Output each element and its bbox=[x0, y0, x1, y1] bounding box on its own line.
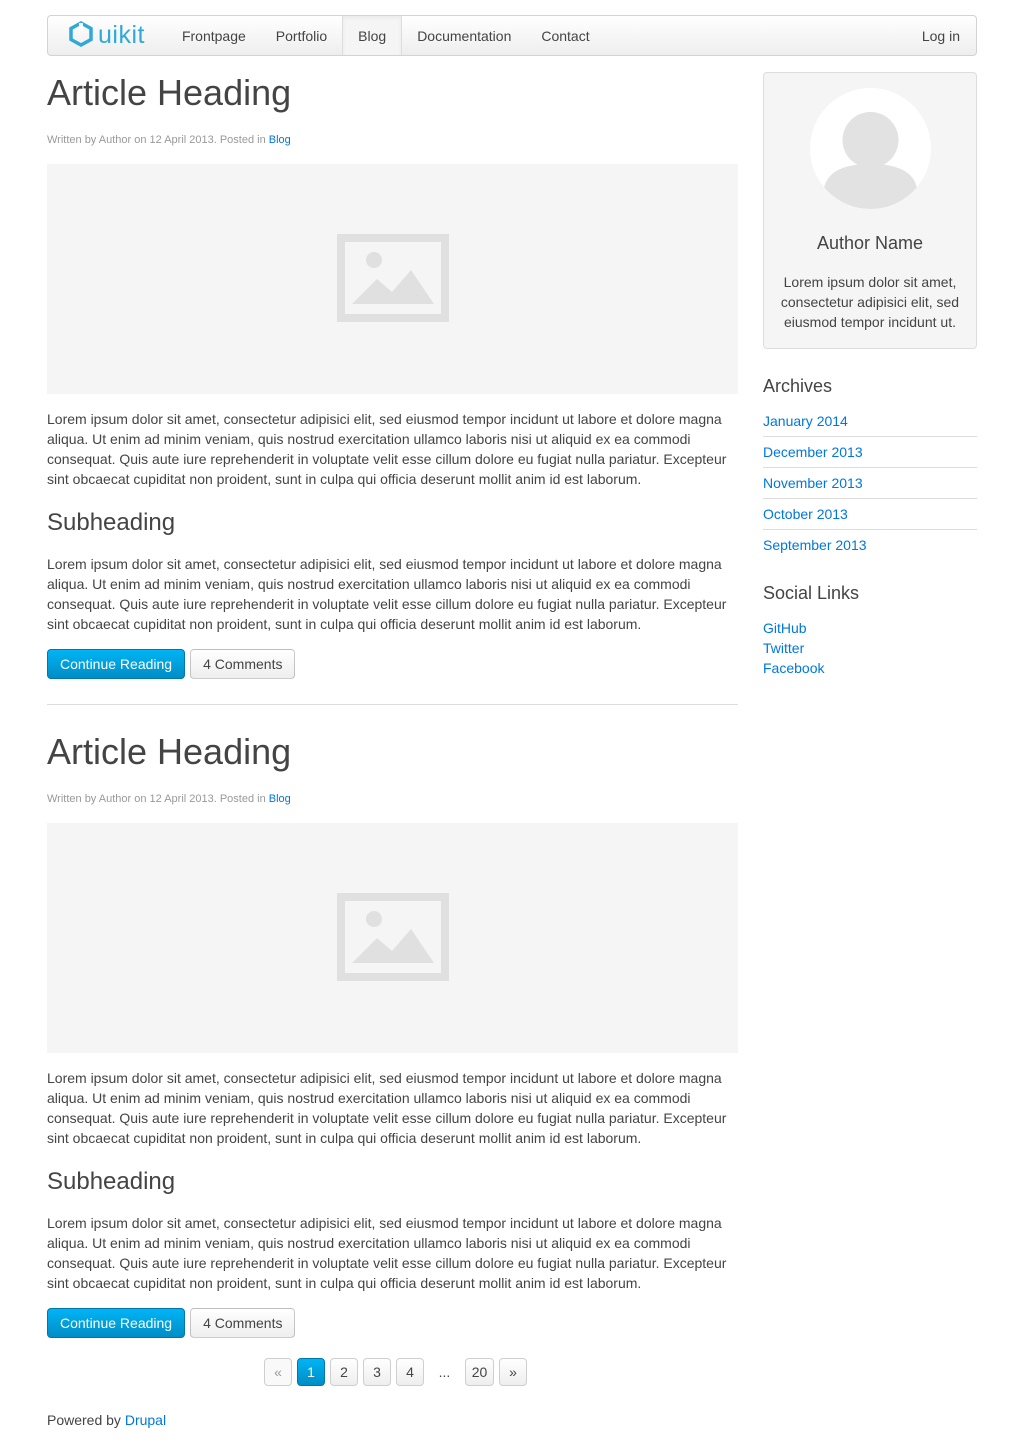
list-item: Twitter bbox=[763, 638, 977, 658]
article: Article Heading Written by Author on 12 … bbox=[47, 72, 738, 679]
nav-item-documentation[interactable]: Documentation bbox=[402, 16, 526, 55]
author-name: Author Name bbox=[816, 233, 924, 253]
article-paragraph: Lorem ipsum dolor sit amet, consectetur … bbox=[47, 556, 727, 632]
pagination-page-3[interactable]: 3 bbox=[363, 1358, 391, 1386]
nav-item-contact[interactable]: Contact bbox=[526, 16, 604, 55]
archives-list: January 2014 December 2013 November 2013… bbox=[763, 411, 977, 560]
author-bio: Lorem ipsum dolor sit amet, consectetur … bbox=[780, 274, 960, 330]
comments-button[interactable]: 4 Comments bbox=[190, 1308, 296, 1338]
brand-name: uikit bbox=[98, 21, 145, 49]
brand-logo[interactable]: uikit bbox=[48, 16, 167, 55]
social-links-list: GitHub Twitter Facebook bbox=[763, 618, 977, 678]
archive-link[interactable]: September 2013 bbox=[763, 537, 867, 553]
article-heading: Article Heading bbox=[47, 731, 292, 772]
article-meta-text: Written by Author on 12 April 2013. Post… bbox=[47, 134, 269, 146]
article-meta: Written by Author on 12 April 2013. Post… bbox=[47, 793, 738, 806]
pagination-page-4[interactable]: 4 bbox=[396, 1358, 424, 1386]
navbar: uikit Frontpage Portfolio Blog Documenta… bbox=[47, 15, 977, 56]
sidebar: Author Name Lorem ipsum dolor sit amet, … bbox=[763, 72, 977, 678]
article-heading: Article Heading bbox=[47, 72, 292, 113]
archive-link[interactable]: December 2013 bbox=[763, 444, 863, 460]
archives-title: Archives bbox=[763, 376, 833, 396]
image-placeholder-icon bbox=[336, 233, 449, 325]
facebook-link[interactable]: Facebook bbox=[763, 660, 824, 676]
author-panel: Author Name Lorem ipsum dolor sit amet, … bbox=[763, 72, 977, 349]
social-links-title: Social Links bbox=[763, 583, 860, 603]
list-item: October 2013 bbox=[763, 498, 977, 529]
article-paragraph: Lorem ipsum dolor sit amet, consectetur … bbox=[47, 1215, 727, 1291]
pagination-page-1[interactable]: 1 bbox=[297, 1358, 325, 1386]
article-paragraph: Lorem ipsum dolor sit amet, consectetur … bbox=[47, 411, 727, 487]
comments-button[interactable]: 4 Comments bbox=[190, 649, 296, 679]
list-item: GitHub bbox=[763, 618, 977, 638]
continue-reading-button[interactable]: Continue Reading bbox=[47, 1308, 186, 1338]
archive-link[interactable]: January 2014 bbox=[763, 413, 848, 429]
article-paragraph: Lorem ipsum dolor sit amet, consectetur … bbox=[47, 1070, 727, 1146]
category-link[interactable]: Blog bbox=[269, 134, 291, 146]
nav-item-frontpage[interactable]: Frontpage bbox=[167, 16, 261, 55]
article-meta-text: Written by Author on 12 April 2013. Post… bbox=[47, 793, 269, 805]
uikit-logo-icon bbox=[68, 21, 94, 50]
list-item: Facebook bbox=[763, 658, 977, 678]
drupal-link[interactable]: Drupal bbox=[125, 1412, 166, 1428]
pagination: « 1 2 3 4 ... 20 » bbox=[264, 1358, 532, 1386]
main-content: Article Heading Written by Author on 12 … bbox=[47, 72, 738, 1338]
article-image-placeholder bbox=[47, 164, 738, 394]
list-item: January 2014 bbox=[763, 411, 977, 436]
article-subheading: Subheading bbox=[47, 509, 176, 536]
github-link[interactable]: GitHub bbox=[763, 620, 807, 636]
article-meta: Written by Author on 12 April 2013. Post… bbox=[47, 134, 738, 147]
image-placeholder-icon bbox=[336, 892, 449, 984]
continue-reading-button[interactable]: Continue Reading bbox=[47, 649, 186, 679]
article-actions: Continue Reading 4 Comments bbox=[47, 649, 738, 679]
nav-item-portfolio[interactable]: Portfolio bbox=[261, 16, 342, 55]
list-item: December 2013 bbox=[763, 436, 977, 467]
login-link[interactable]: Log in bbox=[907, 16, 976, 55]
list-item: November 2013 bbox=[763, 467, 977, 498]
article-actions: Continue Reading 4 Comments bbox=[47, 1308, 738, 1338]
article: Article Heading Written by Author on 12 … bbox=[47, 731, 738, 1338]
article-image-placeholder bbox=[47, 823, 738, 1053]
user-avatar-icon bbox=[824, 112, 917, 209]
twitter-link[interactable]: Twitter bbox=[763, 640, 804, 656]
avatar bbox=[810, 88, 931, 209]
pagination-page-last[interactable]: 20 bbox=[465, 1358, 494, 1386]
list-item: September 2013 bbox=[763, 529, 977, 560]
article-subheading: Subheading bbox=[47, 1168, 176, 1195]
category-link[interactable]: Blog bbox=[269, 793, 291, 805]
pagination-ellipsis: ... bbox=[438, 1364, 451, 1380]
pagination-prev[interactable]: « bbox=[264, 1358, 292, 1386]
pagination-page-2[interactable]: 2 bbox=[330, 1358, 358, 1386]
pagination-next[interactable]: » bbox=[499, 1358, 527, 1386]
footer: Powered by Drupal bbox=[47, 1412, 166, 1428]
nav-item-blog[interactable]: Blog bbox=[342, 16, 403, 55]
archive-link[interactable]: November 2013 bbox=[763, 475, 863, 491]
footer-text: Powered by bbox=[47, 1412, 125, 1428]
archive-link[interactable]: October 2013 bbox=[763, 506, 848, 522]
article-divider bbox=[47, 704, 738, 705]
